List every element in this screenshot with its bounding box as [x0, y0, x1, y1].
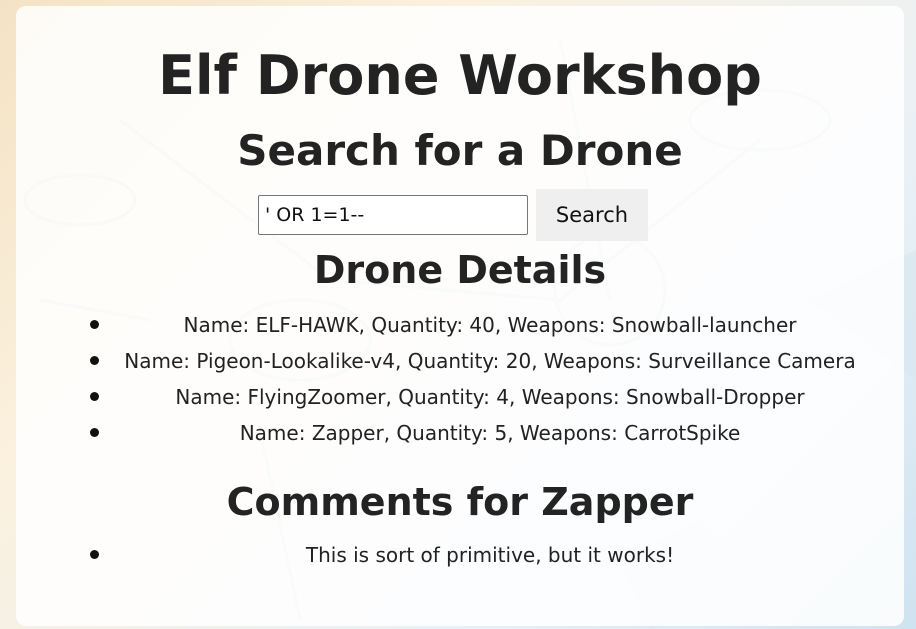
bullet-icon: [90, 550, 99, 559]
comment-text: This is sort of primitive, but it works!: [305, 543, 675, 567]
drone-list: Name: ELF-HAWK, Quantity: 40, Weapons: S…: [90, 307, 890, 451]
search-input[interactable]: [258, 195, 528, 235]
search-heading: Search for a Drone: [237, 126, 683, 175]
list-item: This is sort of primitive, but it works!: [90, 537, 890, 573]
drone-item-text: Name: Pigeon-Lookalike-v4, Quantity: 20,…: [124, 349, 856, 373]
list-item: Name: Pigeon-Lookalike-v4, Quantity: 20,…: [90, 343, 890, 379]
bullet-icon: [90, 320, 99, 329]
comment-list: This is sort of primitive, but it works!: [90, 537, 890, 573]
drone-item-text: Name: Zapper, Quantity: 5, Weapons: Carr…: [239, 421, 741, 445]
main-panel: Elf Drone Workshop Search for a Drone Se…: [16, 6, 904, 626]
page-title: Elf Drone Workshop: [158, 44, 762, 107]
list-item: Name: FlyingZoomer, Quantity: 4, Weapons…: [90, 379, 890, 415]
search-form: Search: [258, 189, 648, 241]
bullet-icon: [90, 428, 99, 437]
list-item: Name: Zapper, Quantity: 5, Weapons: Carr…: [90, 415, 890, 451]
search-button[interactable]: Search: [536, 189, 648, 241]
list-item: Name: ELF-HAWK, Quantity: 40, Weapons: S…: [90, 307, 890, 343]
drone-item-text: Name: ELF-HAWK, Quantity: 40, Weapons: S…: [183, 313, 797, 337]
comments-heading: Comments for Zapper: [226, 480, 694, 524]
drone-item-text: Name: FlyingZoomer, Quantity: 4, Weapons…: [175, 385, 805, 409]
drone-details-heading: Drone Details: [313, 248, 607, 292]
bullet-icon: [90, 356, 99, 365]
bullet-icon: [90, 392, 99, 401]
